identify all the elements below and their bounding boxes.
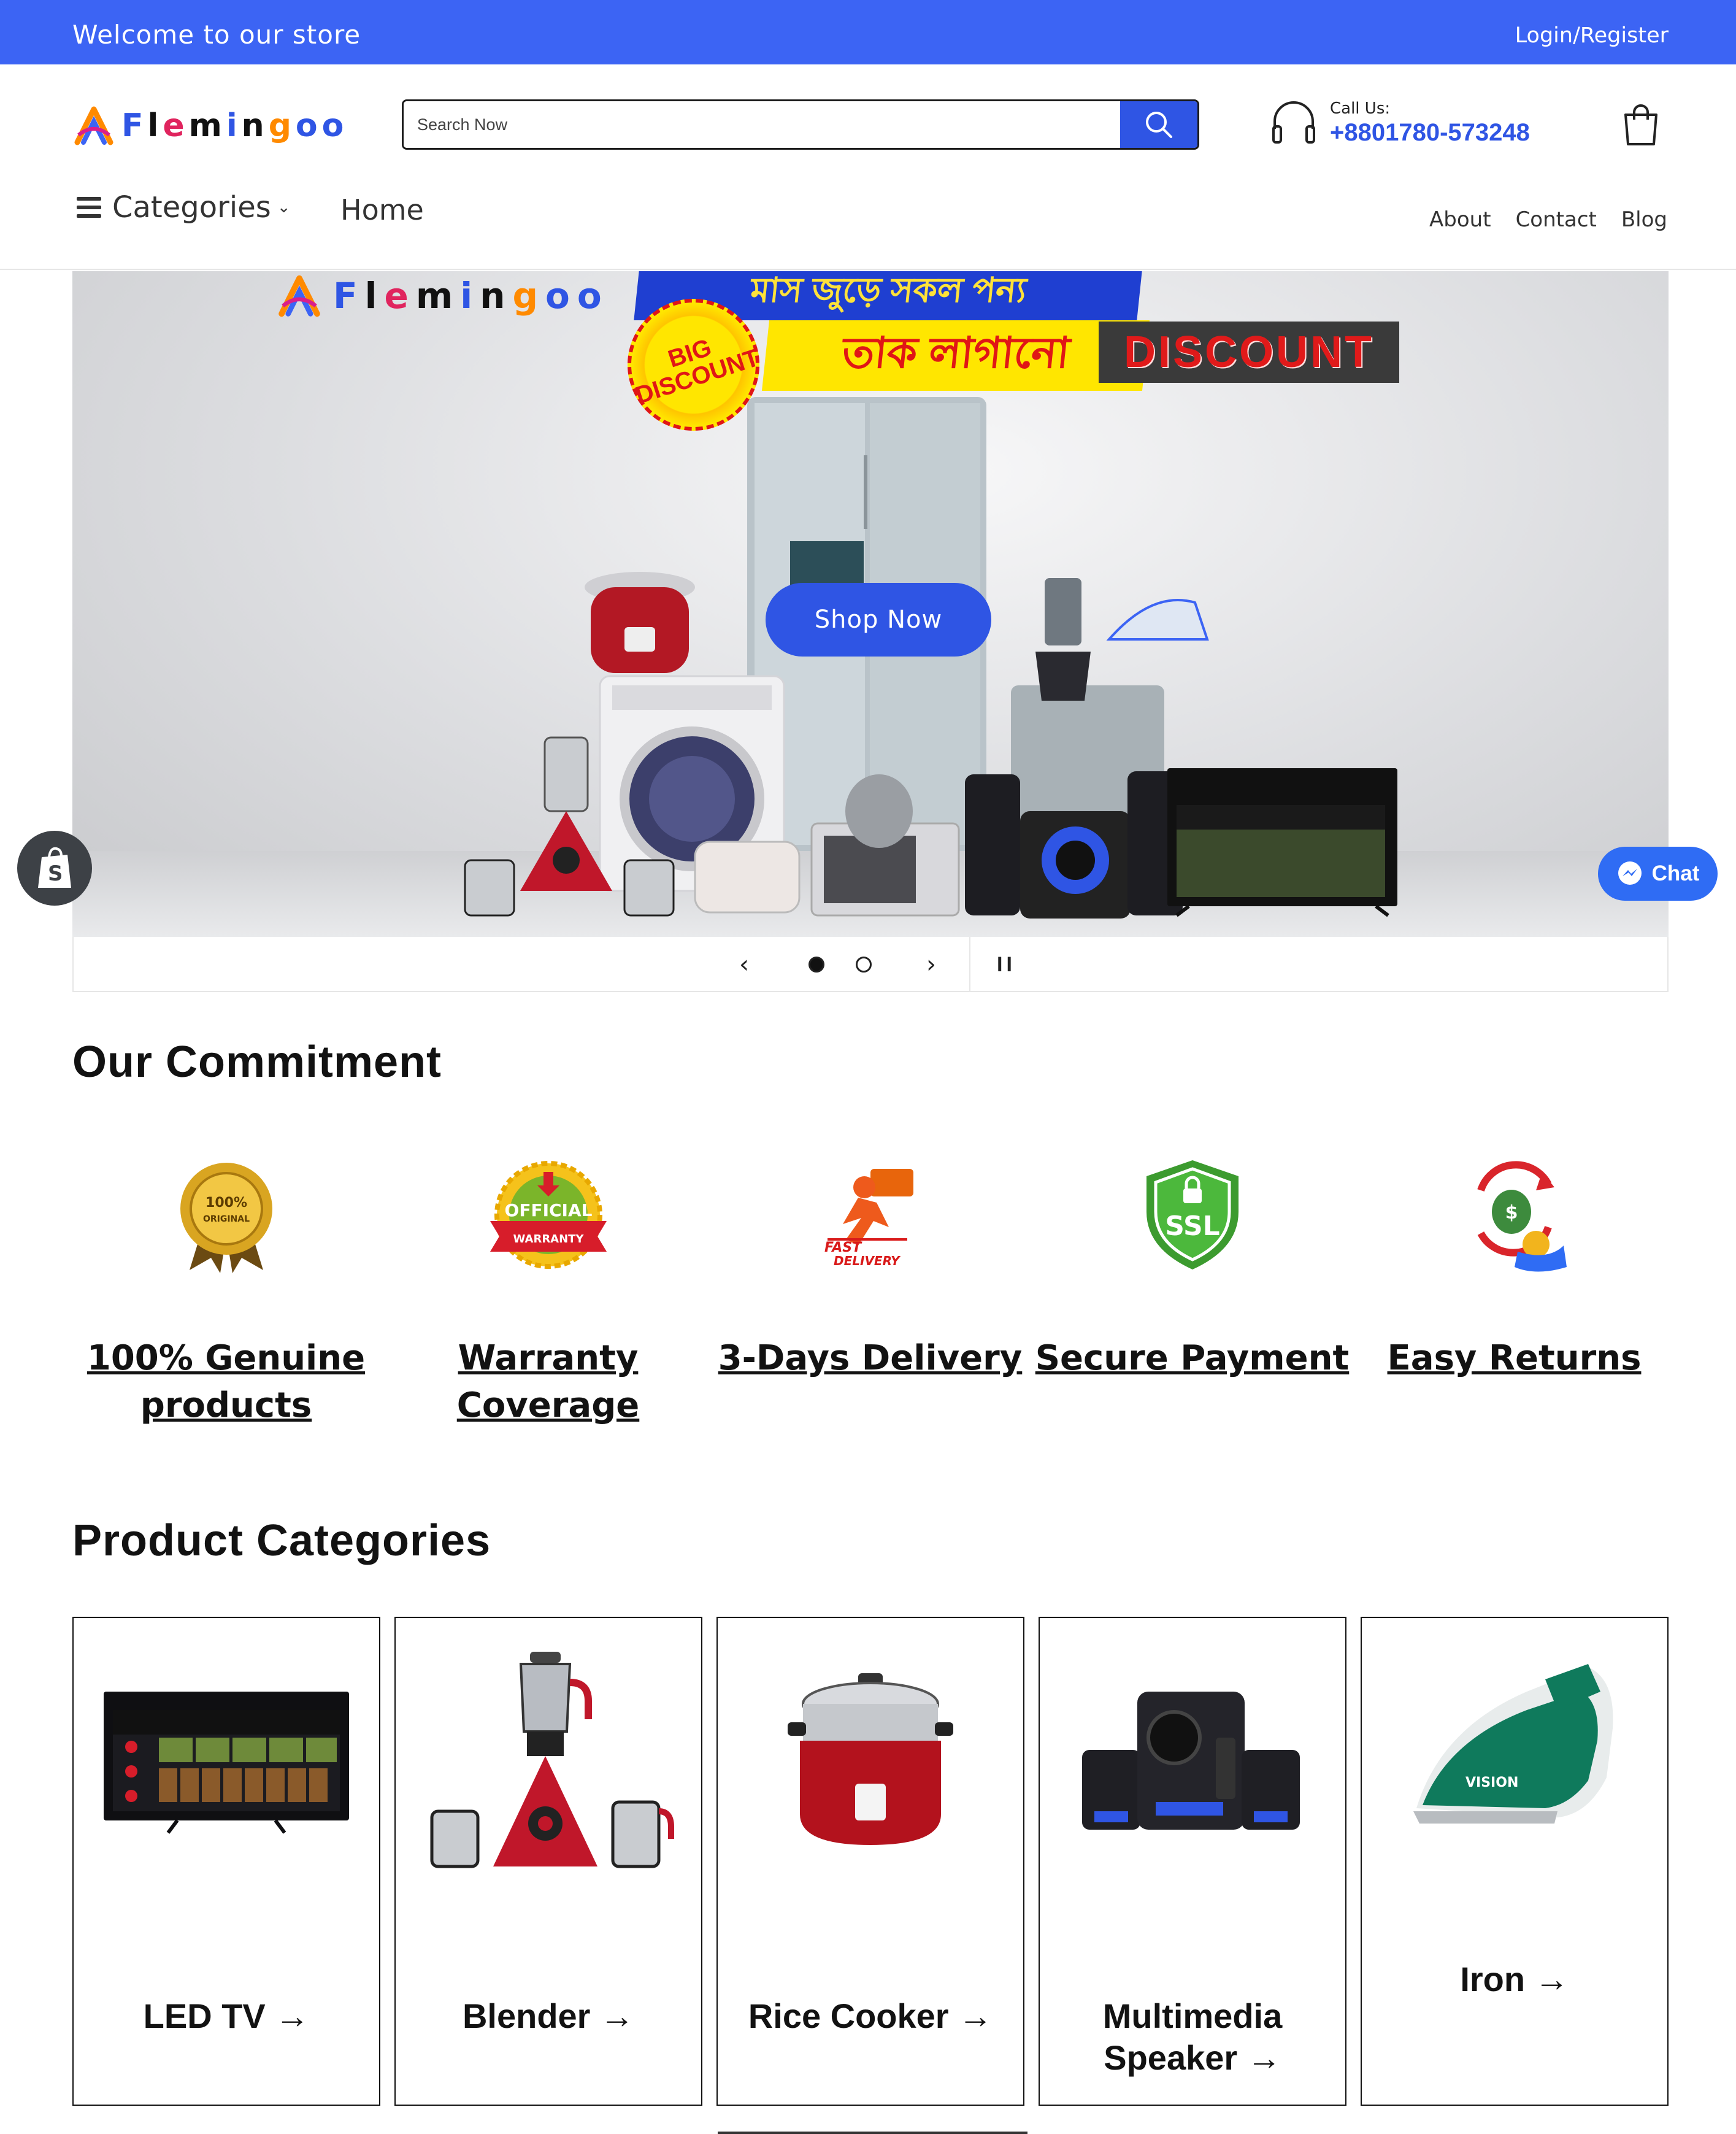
announcement-bar: Welcome to our store Login/Register — [0, 0, 1736, 64]
flamingo-logo-icon — [74, 106, 113, 145]
commitment-secure[interactable]: SSL Secure Payment — [1031, 1154, 1353, 1382]
shopify-bag-icon: S — [38, 847, 71, 888]
hero-slideshow: Flemingoo মাস জুড়ে সকল পন্য তাক লাগানো … — [72, 271, 1669, 937]
headset-icon — [1272, 101, 1315, 144]
rice-cooker-icon — [585, 572, 695, 673]
categories-menu[interactable]: Categories ⌄ — [77, 190, 291, 225]
commitment-label: Secure Payment — [1035, 1338, 1350, 1378]
genuine-badge-icon: 100% ORIGINAL — [180, 1163, 272, 1273]
phone-number[interactable]: +8801780-573248 — [1330, 119, 1530, 147]
speaker-icon — [1082, 1692, 1300, 1830]
logo-wordmark: Flemingoo — [121, 107, 348, 144]
search-input[interactable] — [404, 101, 1120, 148]
category-label: Multimedia Speaker → — [1102, 1997, 1283, 2078]
commitment-label: Warranty Coverage — [456, 1338, 640, 1426]
login-register-link[interactable]: Login/Register — [1515, 23, 1669, 48]
category-card-led-tv[interactable]: LED TV → — [72, 1617, 380, 2106]
commitment-warranty[interactable]: OFFICIAL WARRANTY Warranty Coverage — [387, 1154, 709, 1430]
svg-text:OFFICIAL: OFFICIAL — [504, 1200, 592, 1220]
messenger-icon — [1618, 861, 1642, 885]
secondary-nav: About Contact Blog — [1429, 207, 1667, 232]
category-card-multimedia-speaker[interactable]: Multimedia Speaker → — [1039, 1617, 1346, 2106]
call-us-label: Call Us: — [1330, 99, 1391, 118]
next-slide-icon[interactable]: › — [926, 950, 936, 979]
chevron-down-icon: ⌄ — [277, 198, 291, 217]
product-categories-heading: Product Categories — [72, 1516, 491, 1565]
slide-dot-2[interactable] — [856, 957, 872, 973]
cart-button[interactable] — [1619, 101, 1662, 150]
view-all-button-edge[interactable] — [718, 2132, 1027, 2134]
site-header: Flemingoo Call Us: +8801780-573248 Cate — [0, 64, 1736, 270]
shopify-badge[interactable]: S — [17, 831, 92, 906]
category-label: Iron → — [1460, 1960, 1569, 1998]
nav-about[interactable]: About — [1429, 207, 1491, 232]
site-logo[interactable]: Flemingoo — [72, 101, 348, 150]
svg-text:DELIVERY: DELIVERY — [834, 1254, 901, 1268]
warranty-seal-icon: OFFICIAL WARRANTY — [490, 1161, 607, 1269]
commitment-label: Easy Returns — [1387, 1338, 1642, 1378]
controls-divider — [969, 937, 970, 992]
slideshow-controls: ‹ › II — [72, 937, 1669, 992]
rice-cooker-icon — [788, 1673, 953, 1845]
slide-dot-1[interactable] — [808, 957, 824, 973]
search-icon — [1146, 112, 1172, 138]
hamburger-icon — [77, 197, 101, 218]
svg-text:VISION: VISION — [1465, 1775, 1518, 1790]
led-tv-icon — [1167, 768, 1397, 917]
fast-delivery-icon: FAST DELIVERY — [824, 1169, 913, 1268]
category-label: LED TV → — [143, 1997, 310, 2035]
nav-contact[interactable]: Contact — [1516, 207, 1597, 232]
commitment-delivery[interactable]: FAST DELIVERY 3-Days Delivery — [709, 1154, 1031, 1382]
shop-now-button[interactable]: Shop Now — [766, 583, 991, 657]
svg-text:SSL: SSL — [1165, 1211, 1219, 1242]
commitment-label: 100% Genuine products — [86, 1338, 366, 1426]
category-card-iron[interactable]: VISION Iron → — [1361, 1617, 1669, 2106]
commitment-returns[interactable]: $ Easy Returns — [1353, 1154, 1675, 1382]
commitment-label: 3-Days Delivery — [718, 1338, 1023, 1378]
call-us-block[interactable]: Call Us: +8801780-573248 — [1270, 98, 1530, 147]
arrow-right-icon: → — [275, 1997, 310, 2035]
cart-icon — [1624, 104, 1657, 145]
chat-label: Chat — [1651, 861, 1700, 885]
pause-icon[interactable]: II — [997, 953, 1016, 977]
nav-blog[interactable]: Blog — [1621, 207, 1667, 232]
messenger-chat-button[interactable]: Chat — [1598, 847, 1718, 901]
blender-icon — [520, 736, 612, 891]
blender-icon — [430, 1652, 674, 1868]
arrow-right-icon: → — [1534, 1960, 1569, 1998]
svg-text:WARRANTY: WARRANTY — [513, 1233, 584, 1246]
search-bar — [402, 99, 1199, 150]
welcome-text: Welcome to our store — [72, 20, 361, 50]
category-label: Blender → — [462, 1997, 635, 2035]
money-return-icon: $ — [1477, 1161, 1567, 1272]
svg-text:S: S — [48, 861, 63, 886]
category-card-blender[interactable]: Blender → — [394, 1617, 702, 2106]
category-card-rice-cooker[interactable]: Rice Cooker → — [716, 1617, 1024, 2106]
ssl-shield-icon: SSL — [1146, 1160, 1239, 1269]
arrow-right-icon: → — [1246, 2038, 1281, 2078]
svg-text:ORIGINAL: ORIGINAL — [202, 1214, 249, 1224]
search-button[interactable] — [1120, 101, 1197, 148]
led-tv-icon — [104, 1692, 349, 1834]
commitment-heading: Our Commitment — [72, 1038, 442, 1087]
previous-slide-icon[interactable]: ‹ — [739, 950, 749, 979]
arrow-right-icon: → — [958, 1997, 993, 2035]
categories-label: Categories — [112, 190, 271, 225]
arrow-right-icon: → — [600, 1997, 635, 2035]
iron-icon: VISION — [1413, 1664, 1613, 1824]
svg-text:100%: 100% — [205, 1195, 247, 1211]
commitment-genuine[interactable]: 100% ORIGINAL 100% Genuine products — [65, 1154, 387, 1430]
category-label: Rice Cooker → — [748, 1997, 993, 2035]
nav-home[interactable]: Home — [340, 193, 424, 226]
svg-text:$: $ — [1505, 1202, 1518, 1223]
